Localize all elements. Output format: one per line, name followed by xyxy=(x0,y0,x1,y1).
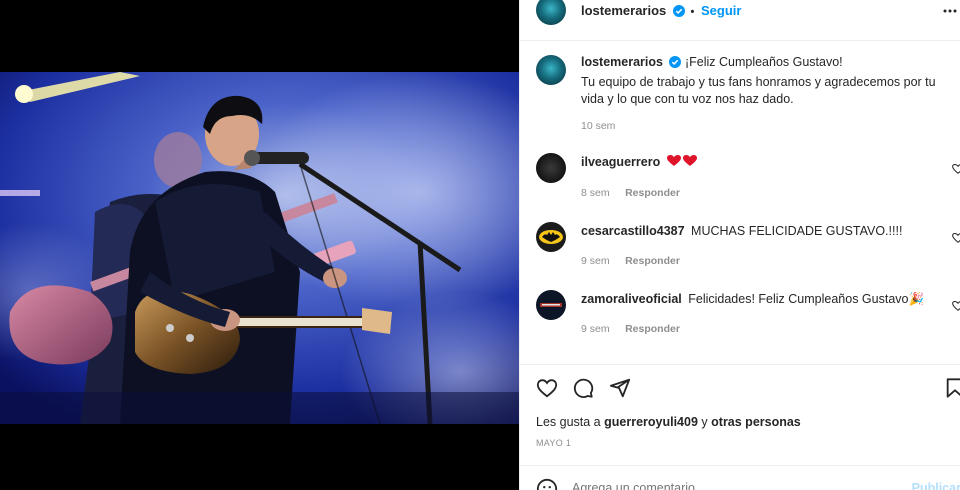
comment-username[interactable]: zamoraliveoficial xyxy=(581,292,682,306)
comment-text: MUCHAS FELICIDADE GUSTAVO.!!!! xyxy=(691,224,903,238)
comment-input[interactable] xyxy=(572,481,872,490)
comment-bar: Publicar xyxy=(520,465,960,490)
comment-text: Felicidades! Feliz Cumpleaños Gustavo🎉 xyxy=(688,292,925,306)
comment-time[interactable]: 8 sem xyxy=(581,187,610,199)
comment-content: zamoraliveoficial Felicidades! Feliz Cum… xyxy=(581,291,941,308)
comment-meta: 9 sem Responder xyxy=(581,320,680,338)
actions-divider xyxy=(520,364,960,365)
caption-username[interactable]: lostemerarios xyxy=(581,55,663,69)
comment-time[interactable]: 9 sem xyxy=(581,255,610,267)
comment-avatar[interactable] xyxy=(536,290,566,320)
post-date[interactable]: MAYO 1 xyxy=(536,438,571,448)
comment-avatar[interactable] xyxy=(536,153,566,183)
comment-avatar[interactable] xyxy=(536,222,566,252)
comment-text xyxy=(664,155,697,169)
comment-time[interactable]: 9 sem xyxy=(581,323,610,335)
post-header: lostemerarios • Seguir xyxy=(520,0,960,30)
caption-verified-icon xyxy=(669,56,682,74)
more-options-icon[interactable] xyxy=(943,4,957,16)
author-avatar[interactable] xyxy=(536,0,566,25)
comment-like-icon[interactable] xyxy=(952,299,960,311)
reply-button[interactable]: Responder xyxy=(625,323,680,335)
likes-middle: y xyxy=(701,415,708,429)
share-icon[interactable] xyxy=(609,377,631,399)
comment-username[interactable]: cesarcastillo4387 xyxy=(581,224,685,238)
likes-others[interactable]: otras personas xyxy=(711,415,801,429)
comment-like-icon[interactable] xyxy=(952,231,960,243)
likes-prefix: Les gusta a xyxy=(536,415,601,429)
comment-like-icon[interactable] xyxy=(952,162,960,174)
emoji-icon[interactable] xyxy=(536,478,558,490)
header-divider xyxy=(520,40,960,41)
comment-icon[interactable] xyxy=(572,377,594,399)
caption-body: Tu equipo de trabajo y tus fans honramos… xyxy=(581,74,936,107)
like-icon[interactable] xyxy=(536,377,558,399)
comment-content: ilveaguerrero xyxy=(581,154,941,171)
author-username[interactable]: lostemerarios xyxy=(581,3,666,18)
likes-user[interactable]: guerreroyuli409 xyxy=(604,415,698,429)
separator-dot: • xyxy=(690,6,695,18)
post-media xyxy=(0,0,519,490)
reply-button[interactable]: Responder xyxy=(625,187,680,199)
post-caption: lostemerarios ¡Feliz Cumpleaños Gustavo!… xyxy=(581,54,953,109)
caption-avatar[interactable] xyxy=(536,55,566,85)
comment-content: cesarcastillo4387 MUCHAS FELICIDADE GUST… xyxy=(581,223,941,240)
post-sidebar: lostemerarios • Seguir lostemerarios ¡Fe… xyxy=(519,0,960,490)
caption-time[interactable]: 10 sem xyxy=(581,118,615,135)
publish-button[interactable]: Publicar xyxy=(912,481,960,490)
comment-meta: 9 sem Responder xyxy=(581,252,680,270)
comment-meta: 8 sem Responder xyxy=(581,184,680,202)
reply-button[interactable]: Responder xyxy=(625,255,680,267)
follow-button[interactable]: Seguir xyxy=(701,3,741,18)
save-icon[interactable] xyxy=(944,377,960,399)
likes-summary: Les gusta a guerreroyuli409 y otras pers… xyxy=(536,415,801,429)
caption-title: ¡Feliz Cumpleaños Gustavo! xyxy=(684,55,843,69)
comment-username[interactable]: ilveaguerrero xyxy=(581,155,660,169)
header-user-row: lostemerarios • Seguir xyxy=(581,3,741,20)
post-photo[interactable] xyxy=(0,72,519,424)
verified-badge-icon xyxy=(672,5,685,20)
